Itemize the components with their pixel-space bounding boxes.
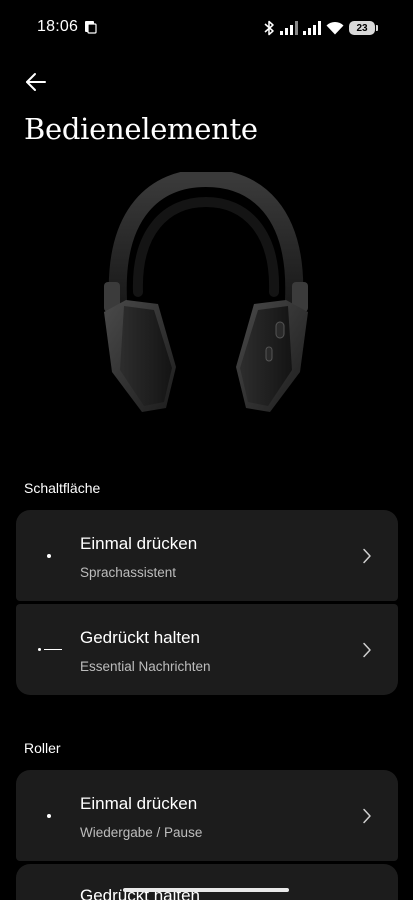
battery-icon: 23 bbox=[349, 21, 378, 35]
dot-dash-icon bbox=[38, 604, 78, 695]
section-heading-button: Schaltfläche bbox=[24, 480, 101, 496]
headphones-image bbox=[104, 172, 308, 412]
wifi-icon bbox=[326, 21, 344, 35]
bluetooth-icon bbox=[264, 20, 274, 36]
status-icons: 23 bbox=[263, 18, 378, 38]
item-subtitle: Wiedergabe / Pause bbox=[80, 825, 203, 840]
item-title: Einmal drücken bbox=[80, 794, 198, 813]
battery-level: 23 bbox=[356, 22, 368, 34]
page-title: Bedienelemente bbox=[24, 112, 258, 146]
home-indicator[interactable] bbox=[123, 888, 289, 892]
status-bar: 18:06 23 bbox=[0, 0, 413, 56]
item-subtitle: Sprachassistent bbox=[80, 565, 177, 580]
roller-long-press-item[interactable]: Gedrückt halten bbox=[16, 864, 398, 900]
item-title: Einmal drücken bbox=[80, 534, 198, 553]
arrow-left-icon bbox=[26, 73, 46, 91]
item-title: Gedrückt halten bbox=[80, 628, 201, 647]
chevron-right-icon bbox=[363, 808, 371, 824]
button-long-press-item[interactable]: Gedrückt halten Essential Nachrichten bbox=[16, 604, 398, 695]
chevron-right-icon bbox=[363, 548, 371, 564]
single-dot-icon bbox=[38, 510, 78, 601]
back-button[interactable] bbox=[22, 68, 50, 96]
section-heading-roller: Roller bbox=[24, 740, 61, 756]
status-time: 18:06 bbox=[37, 18, 79, 35]
signal-icon bbox=[303, 21, 321, 35]
button-single-press-item[interactable]: Einmal drücken Sprachassistent bbox=[16, 510, 398, 601]
item-subtitle: Essential Nachrichten bbox=[80, 659, 211, 674]
single-dot-icon bbox=[38, 770, 78, 861]
signal-icon bbox=[280, 21, 298, 35]
app-notification-icon bbox=[85, 21, 97, 34]
chevron-right-icon bbox=[363, 642, 371, 658]
roller-single-press-item[interactable]: Einmal drücken Wiedergabe / Pause bbox=[16, 770, 398, 861]
